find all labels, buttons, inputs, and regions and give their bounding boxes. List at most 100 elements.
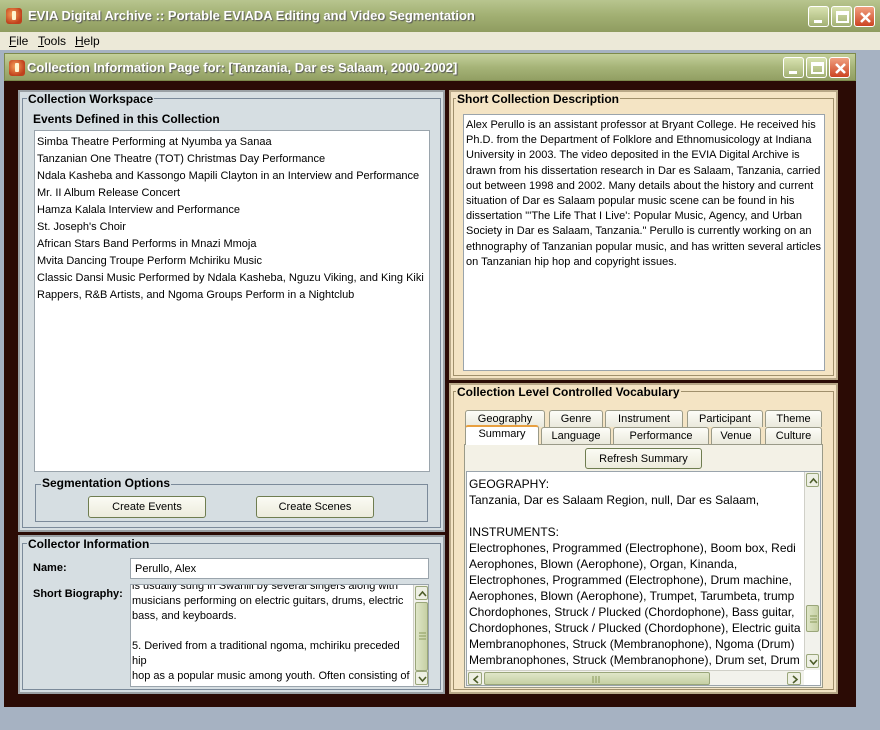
description-line: out between 1998 and 2002. Many details … <box>466 179 814 192</box>
events-list: Simba Theatre Performing at Nyumba ya Sa… <box>34 130 430 472</box>
java-cup-icon <box>6 8 22 24</box>
minimize-button[interactable] <box>808 6 829 27</box>
biography-line: is usually sung in Swahili by several si… <box>132 584 398 592</box>
chevron-down-icon <box>418 676 427 683</box>
app-title: EVIA Digital Archive :: Portable EVIADA … <box>28 8 475 23</box>
tab-culture[interactable]: Culture <box>765 427 822 444</box>
tab-theme[interactable]: Theme <box>765 410 822 427</box>
collection-workspace-panel: Collection Workspace Events Defined in t… <box>18 90 445 532</box>
scroll-thumb[interactable] <box>415 602 428 671</box>
chevron-up-icon <box>809 477 818 484</box>
summary-horizontal-scrollbar[interactable] <box>467 670 804 685</box>
inner-maximize-button[interactable] <box>806 57 827 78</box>
event-list-item[interactable]: Rappers, R&B Artists, and Ngoma Groups P… <box>35 287 429 304</box>
horizontal-scroll-thumb[interactable] <box>484 672 710 685</box>
minimize-icon <box>789 71 797 74</box>
event-list-item[interactable]: Simba Theatre Performing at Nyumba ya Sa… <box>35 134 429 151</box>
biography-line: musicians performing on electric guitars… <box>132 595 404 607</box>
menu-tools[interactable]: Tools <box>38 34 66 48</box>
scroll-down-arrow[interactable] <box>415 671 428 685</box>
description-line: drawn from his dissertation research in … <box>466 164 821 177</box>
summary-line: INSTRUMENTS: <box>469 525 559 539</box>
inner-minimize-button[interactable] <box>783 57 804 78</box>
event-list-item[interactable]: Tanzanian One Theatre (TOT) Christmas Da… <box>35 151 429 168</box>
collector-information-panel: Collector Information Name: Perullo, Ale… <box>18 535 445 694</box>
chevron-up-icon <box>418 590 427 597</box>
controlled-vocabulary-panel: Collection Level Controlled Vocabulary G… <box>449 383 838 694</box>
app-title-bar[interactable]: EVIA Digital Archive :: Portable EVIADA … <box>0 0 880 32</box>
event-list-item[interactable]: Ndala Kasheba and Kassongo Mapili Clayto… <box>35 168 429 185</box>
summary-line: Electrophones, Programmed (Electrophone)… <box>469 573 792 587</box>
summary-tab-content: Refresh Summary GEOGRAPHY: Tanzania, Dar … <box>464 444 823 688</box>
biography-line: 5. Derived from a traditional ngoma, mch… <box>132 640 400 667</box>
scroll-right-arrow[interactable] <box>787 672 801 685</box>
biography-line: hop as a popular music among youth. Ofte… <box>132 670 410 682</box>
summary-line: Membranophones, Struck (Membranophone), … <box>469 637 795 651</box>
chevron-left-icon <box>472 675 479 684</box>
tab-performance[interactable]: Performance <box>613 427 709 444</box>
description-line: University in 2003. The video deposited … <box>466 149 800 162</box>
segmentation-options-legend: Segmentation Options <box>41 476 172 490</box>
tab-summary[interactable]: Summary <box>465 425 539 445</box>
close-icon <box>835 63 846 74</box>
event-list-item[interactable]: African Stars Band Performs in Mnazi Mmo… <box>35 236 429 253</box>
description-line: situation of Dar es Salaam popular music… <box>466 195 795 208</box>
name-field[interactable]: Perullo, Alex <box>130 558 429 579</box>
menu-file[interactable]: File <box>9 34 28 48</box>
description-line: dissertation "'The Life That I Live': Po… <box>466 210 803 223</box>
description-line: Society in Dar es Salaam, Tanzania." Per… <box>466 225 812 238</box>
description-line: Ph.D. from the Department of Folklore an… <box>466 134 812 147</box>
tab-language[interactable]: Language <box>541 427 611 444</box>
tab-genre[interactable]: Genre <box>549 410 603 427</box>
description-line: on Tanzanian hip hop and copyright issue… <box>466 255 677 268</box>
event-list-item[interactable]: Mvita Dancing Troupe Perform Mchiriku Mu… <box>35 253 429 270</box>
short-biography-label: Short Biography: <box>33 588 123 600</box>
event-list-item[interactable]: Hamza Kalala Interview and Performance <box>35 202 429 219</box>
tab-instrument[interactable]: Instrument <box>605 410 683 427</box>
inner-window-title: Collection Information Page for: [Tanzan… <box>27 60 458 75</box>
tab-venue[interactable]: Venue <box>711 427 761 444</box>
close-icon <box>860 12 871 23</box>
menu-help[interactable]: Help <box>75 34 100 48</box>
collector-legend: Collector Information <box>27 537 151 551</box>
description-textarea[interactable]: Alex Perullo is an assistant professor a… <box>463 114 825 371</box>
description-line: Alex Perullo is an assistant professor a… <box>466 119 816 131</box>
scroll-up-arrow[interactable] <box>806 473 819 487</box>
description-legend: Short Collection Description <box>456 92 621 106</box>
menu-bar: File Tools Help <box>0 32 880 50</box>
short-biography-textarea[interactable]: is usually sung in Swahili by several si… <box>130 584 429 687</box>
event-list-item[interactable]: St. Joseph's Choir <box>35 219 429 236</box>
biography-line: bass, and keyboards. <box>132 610 237 622</box>
event-list-item[interactable]: Mr. II Album Release Concert <box>35 185 429 202</box>
scroll-up-arrow[interactable] <box>415 586 428 600</box>
name-label: Name: <box>33 562 67 574</box>
summary-vertical-scrollbar[interactable] <box>804 472 820 670</box>
biography-line: traditional drums and a keyboard, the mu… <box>132 684 413 686</box>
maximize-icon <box>836 11 849 23</box>
summary-line: GEOGRAPHY: <box>469 477 550 491</box>
inner-window-title-bar[interactable]: Collection Information Page for: [Tanzan… <box>4 53 856 81</box>
short-description-panel: Short Collection Description Alex Perull… <box>449 90 838 380</box>
summary-line: Membranophones, Struck (Membranophone), … <box>469 653 800 667</box>
summary-line: Aerophones, Blown (Aerophone), Trumpet, … <box>469 589 795 603</box>
summary-line: Chordophones, Struck / Plucked (Chordoph… <box>469 605 795 619</box>
tab-participant[interactable]: Participant <box>687 410 763 427</box>
refresh-summary-button[interactable]: Refresh Summary <box>585 448 702 469</box>
java-cup-icon <box>9 60 25 76</box>
inner-close-button[interactable] <box>829 57 850 78</box>
description-line: ethnography of Tanzanian popular music, … <box>466 240 822 253</box>
chevron-down-icon <box>809 659 818 666</box>
create-events-button[interactable]: Create Events <box>88 496 206 518</box>
biography-line <box>132 624 413 639</box>
workspace-legend: Collection Workspace <box>27 92 155 106</box>
scroll-left-arrow[interactable] <box>468 672 482 685</box>
maximize-button[interactable] <box>831 6 852 27</box>
close-button[interactable] <box>854 6 875 27</box>
events-heading: Events Defined in this Collection <box>33 112 220 126</box>
scroll-down-arrow[interactable] <box>806 654 819 668</box>
biography-scrollbar[interactable] <box>413 585 428 686</box>
scroll-thumb[interactable] <box>806 605 819 632</box>
create-scenes-button[interactable]: Create Scenes <box>256 496 374 518</box>
summary-textarea[interactable]: GEOGRAPHY: Tanzania, Dar es Salaam Region… <box>466 471 821 686</box>
event-list-item[interactable]: Classic Dansi Music Performed by Ndala K… <box>35 270 429 287</box>
